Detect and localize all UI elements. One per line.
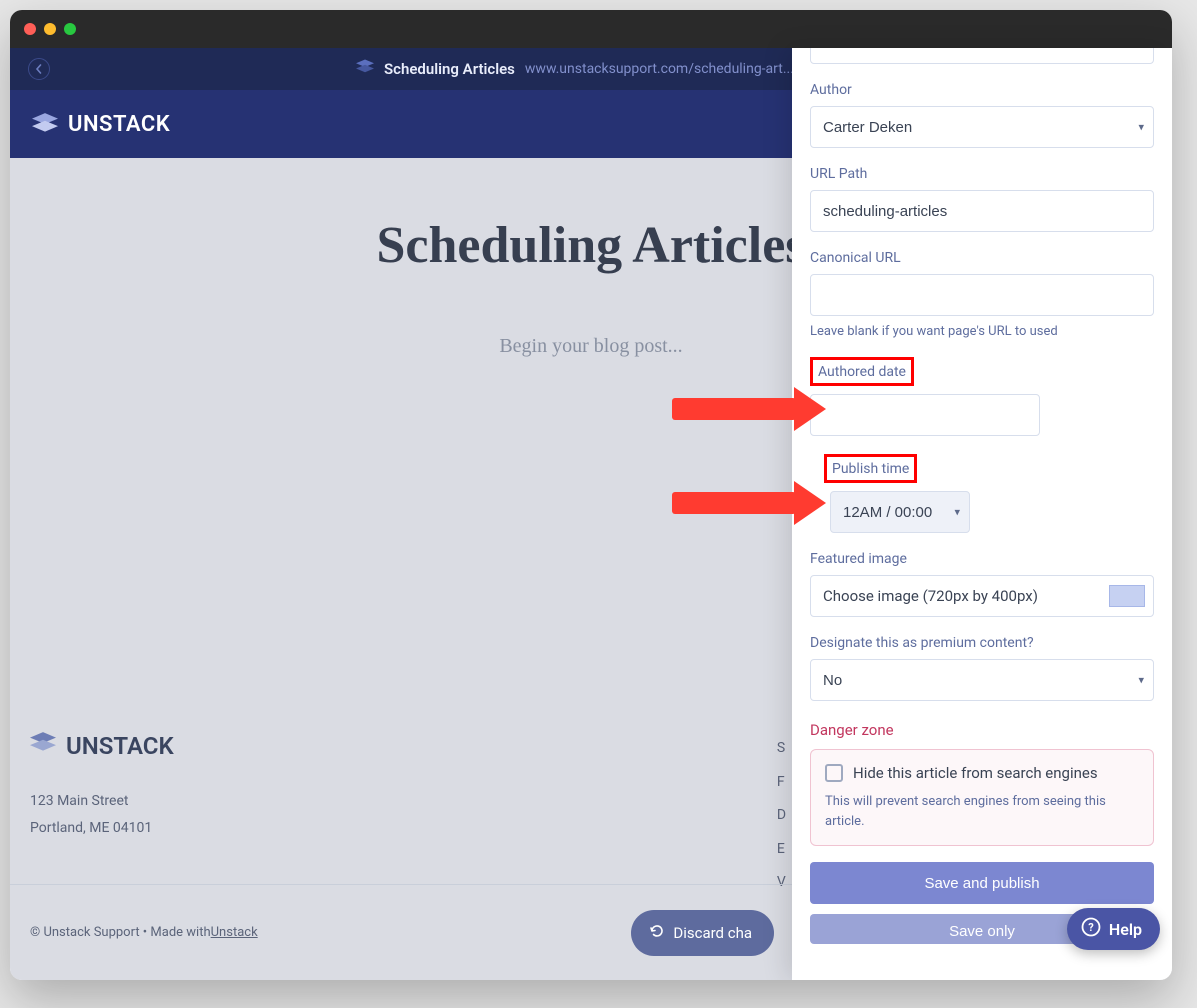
page-url: www.unstacksupport.com/scheduling-art...	[525, 61, 794, 77]
footer-unstack-link[interactable]: Unstack	[211, 925, 258, 940]
authored-date-highlight: Authored date	[810, 357, 914, 386]
settings-panel: Select categories Author Carter Deken ▾ …	[792, 48, 1172, 980]
footer-column-letters: S F D E V	[777, 732, 786, 900]
author-select[interactable]: Carter Deken	[810, 106, 1154, 148]
stack-icon	[32, 113, 58, 135]
undo-icon	[649, 923, 665, 943]
url-path-label: URL Path	[810, 166, 1154, 182]
stack-icon	[30, 732, 56, 760]
brand-logo[interactable]: UNSTACK	[32, 112, 170, 137]
premium-select[interactable]: No	[810, 659, 1154, 701]
canonical-url-label: Canonical URL	[810, 250, 1154, 266]
window-titlebar	[10, 10, 1172, 48]
image-thumbnail-placeholder	[1109, 585, 1145, 607]
premium-label: Designate this as premium content?	[810, 635, 1154, 651]
svg-text:?: ?	[1088, 921, 1094, 934]
help-button[interactable]: ? Help	[1067, 908, 1160, 950]
categories-select[interactable]: Select categories	[810, 48, 1154, 64]
publish-time-label: Publish time	[832, 461, 909, 477]
discard-changes-button[interactable]: Discard cha	[631, 910, 774, 956]
save-and-publish-button[interactable]: Save and publish	[810, 862, 1154, 904]
brand-text: UNSTACK	[68, 112, 170, 137]
page-title: Scheduling Articles	[384, 60, 515, 78]
featured-image-label: Featured image	[810, 551, 1154, 567]
stack-icon	[356, 59, 374, 79]
url-path-input[interactable]	[810, 190, 1154, 232]
publish-time-select[interactable]: 12AM / 00:00	[830, 491, 970, 533]
discard-button-label: Discard cha	[673, 924, 752, 942]
footer-copyright-prefix: © Unstack Support • Made with	[30, 925, 211, 940]
canonical-url-input[interactable]	[810, 274, 1154, 316]
annotation-arrow	[672, 398, 796, 420]
authored-date-label: Authored date	[818, 364, 906, 380]
annotation-arrow	[672, 492, 796, 514]
hide-checkbox-label: Hide this article from search engines	[853, 764, 1098, 782]
authored-date-input[interactable]	[810, 394, 1040, 436]
checkbox-icon	[825, 764, 843, 782]
publish-time-highlight: Publish time	[824, 454, 917, 483]
featured-image-placeholder: Choose image (720px by 400px)	[823, 587, 1038, 605]
footer-brand-text: UNSTACK	[66, 732, 174, 760]
window-zoom-icon[interactable]	[64, 23, 76, 35]
danger-zone-label: Danger zone	[810, 721, 1154, 739]
back-button[interactable]	[28, 58, 50, 80]
help-icon: ?	[1081, 917, 1101, 941]
canonical-url-hint: Leave blank if you want page's URL to us…	[810, 324, 1154, 339]
help-label: Help	[1109, 920, 1142, 939]
hide-checkbox-hint: This will prevent search engines from se…	[825, 792, 1139, 831]
window-minimize-icon[interactable]	[44, 23, 56, 35]
featured-image-picker[interactable]: Choose image (720px by 400px)	[810, 575, 1154, 617]
author-label: Author	[810, 82, 1154, 98]
danger-zone-box: Hide this article from search engines Th…	[810, 749, 1154, 846]
window-close-icon[interactable]	[24, 23, 36, 35]
hide-from-search-checkbox[interactable]: Hide this article from search engines	[825, 764, 1139, 782]
